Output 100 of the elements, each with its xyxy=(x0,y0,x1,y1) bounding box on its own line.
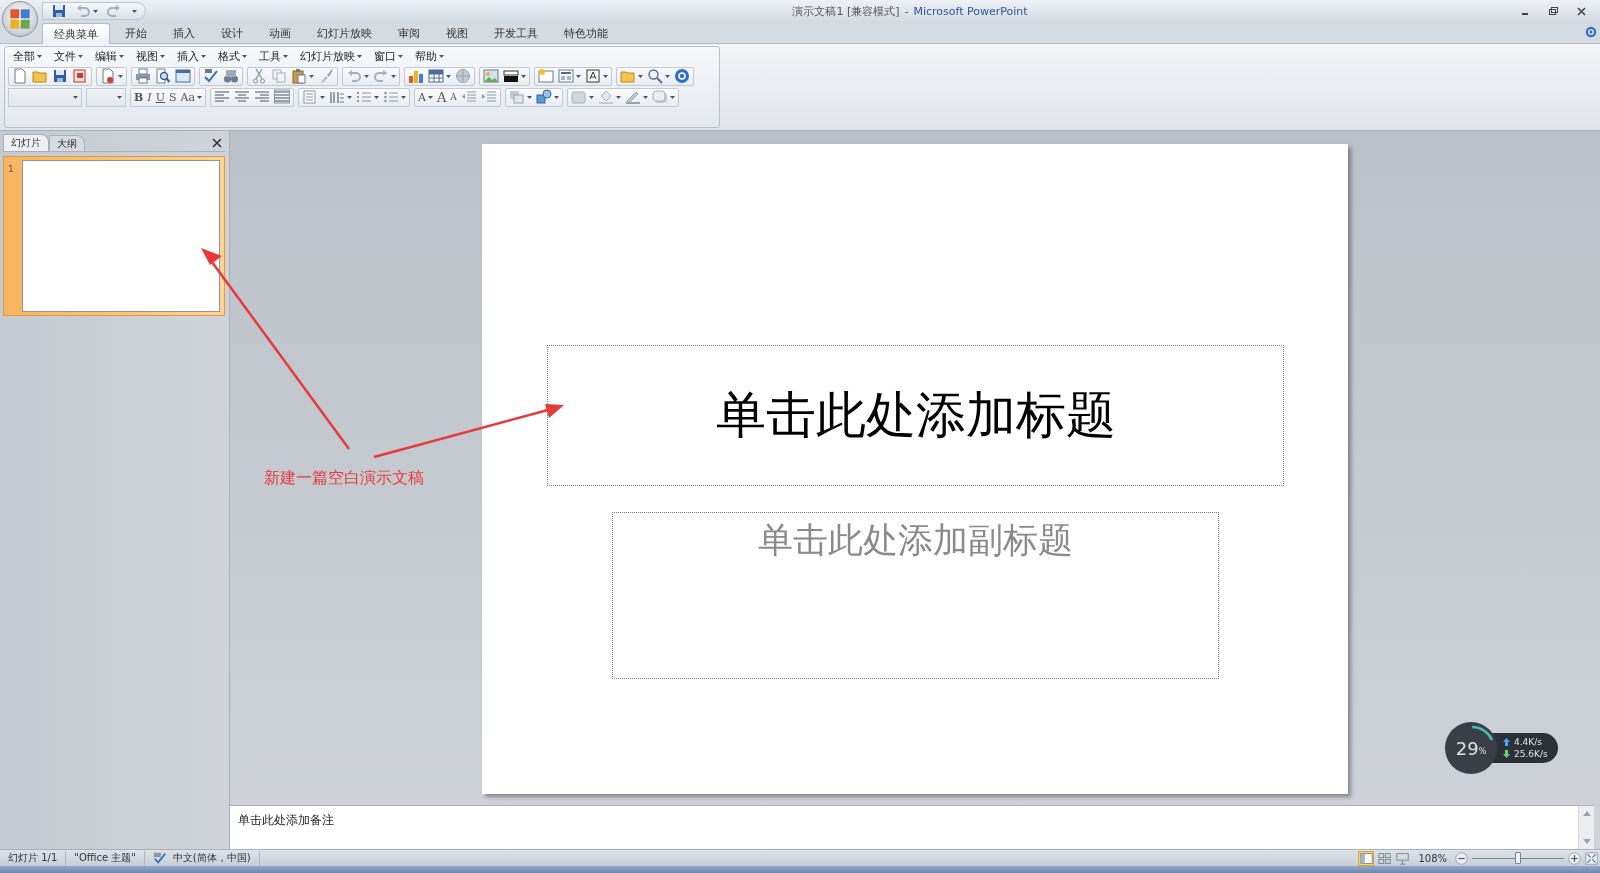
redo-button[interactable] xyxy=(371,67,398,85)
window-button[interactable] xyxy=(173,67,193,85)
help-button[interactable] xyxy=(672,67,692,85)
scroll-down-icon xyxy=(1582,839,1591,844)
columns-icon xyxy=(329,89,345,105)
justify-icon xyxy=(274,89,290,105)
line-spacing-button[interactable] xyxy=(300,88,327,106)
picture-button[interactable] xyxy=(481,67,501,85)
menu-item[interactable]: 编辑 xyxy=(90,48,131,65)
printer-button[interactable] xyxy=(133,67,153,85)
ribbon-tab[interactable]: 开始 xyxy=(114,23,158,43)
notes-prompt-text: 单击此处添加备注 xyxy=(238,813,334,827)
caret-icon xyxy=(665,74,670,78)
shape-fill-icon xyxy=(570,89,587,105)
projector-screen-button[interactable] xyxy=(1394,850,1411,866)
copy-button[interactable] xyxy=(269,67,289,85)
download-speed: 25.6K/s xyxy=(1514,749,1548,759)
layout-button[interactable] xyxy=(556,67,583,85)
zoom-out-button[interactable] xyxy=(1453,850,1470,866)
font-name-field[interactable] xyxy=(8,87,82,107)
menu-item[interactable]: 帮助 xyxy=(410,48,451,65)
format-button[interactable]: I xyxy=(145,88,154,106)
menu-item[interactable]: 格式 xyxy=(213,48,254,65)
theme-name: "Office 主题" xyxy=(66,850,145,866)
menu-item[interactable]: 插入 xyxy=(172,48,213,65)
text-box-button[interactable] xyxy=(583,67,610,85)
magnifier-button[interactable] xyxy=(645,67,672,85)
document-icon xyxy=(72,68,88,84)
scroll-bar[interactable] xyxy=(1578,806,1594,849)
caret-icon xyxy=(615,95,621,99)
menu-item[interactable]: 全部 xyxy=(8,48,49,65)
ribbon-tab[interactable]: 经典菜单 xyxy=(42,23,110,44)
binoculars-button[interactable] xyxy=(221,67,241,85)
font-button[interactable]: A xyxy=(448,88,459,106)
upload-speed: 4.4K/s xyxy=(1514,737,1542,747)
normal-view-button[interactable] xyxy=(1358,850,1375,866)
zoom-slider-thumb[interactable] xyxy=(1515,851,1521,864)
caret-icon xyxy=(446,74,451,78)
caret-icon xyxy=(132,9,137,13)
caret-icon xyxy=(526,95,532,99)
subtitle-placeholder-text: 单击此处添加副标题 xyxy=(758,519,1073,562)
clipboard-icon xyxy=(291,68,307,84)
title-placeholder-text: 单击此处添加标题 xyxy=(715,385,1116,446)
help-button[interactable] xyxy=(1585,26,1597,38)
format-button[interactable]: U xyxy=(153,88,167,106)
shapes-icon xyxy=(535,89,552,105)
ribbon-tab[interactable]: 开发工具 xyxy=(483,23,549,43)
caret-icon xyxy=(588,95,594,99)
download-arrow-icon xyxy=(1503,750,1510,758)
format-button[interactable]: S xyxy=(166,88,179,106)
caret-icon xyxy=(364,74,369,78)
caret-icon xyxy=(669,95,675,99)
table-button[interactable] xyxy=(426,67,453,85)
align-right-icon xyxy=(254,89,270,105)
ribbon-tab[interactable]: 动画 xyxy=(258,23,302,43)
caret-icon xyxy=(357,55,362,58)
clipboard-button[interactable] xyxy=(289,67,316,85)
pane-tab[interactable]: 大纲 xyxy=(49,135,85,151)
ribbon-tab[interactable]: 视图 xyxy=(435,23,479,43)
ribbon-tab[interactable]: 特色功能 xyxy=(553,23,619,43)
fit-to-window-button[interactable] xyxy=(1583,850,1600,866)
format-button[interactable]: B xyxy=(132,88,146,106)
shadow-button[interactable] xyxy=(649,88,677,106)
font-button[interactable]: A xyxy=(416,88,435,106)
caret-icon xyxy=(37,55,42,58)
justify-button[interactable] xyxy=(272,88,292,106)
slide-thumbnail-row[interactable]: 1 xyxy=(3,156,225,316)
menu-item[interactable]: 文件 xyxy=(49,48,90,65)
caret-icon xyxy=(576,74,581,78)
menu-item[interactable]: 视图 xyxy=(131,48,172,65)
new-slide-icon xyxy=(538,68,554,84)
format-button[interactable]: Aa xyxy=(178,88,204,106)
office-button[interactable] xyxy=(2,1,38,37)
menu-item[interactable]: 幻灯片放映 xyxy=(295,48,369,65)
ribbon-tab[interactable]: 幻灯片放映 xyxy=(306,23,383,43)
ribbon-tab[interactable]: 插入 xyxy=(162,23,206,43)
spelling-check-button[interactable] xyxy=(201,67,221,85)
spelling-check-icon xyxy=(152,851,167,865)
magnifier-button[interactable] xyxy=(153,67,173,85)
globe-button[interactable] xyxy=(453,67,473,85)
notes-pane[interactable]: 单击此处添加备注 xyxy=(230,805,1594,849)
numbered-list-icon xyxy=(356,89,372,105)
folder-icon xyxy=(620,68,636,84)
menu-item[interactable]: 窗口 xyxy=(369,48,410,65)
caret-icon xyxy=(309,74,314,78)
slide-sorter-button[interactable] xyxy=(1376,850,1393,866)
ribbon-tab[interactable]: 审阅 xyxy=(387,23,431,43)
menu-item[interactable]: 工具 xyxy=(254,48,295,65)
caret-icon xyxy=(160,55,165,58)
zoom-in-button[interactable] xyxy=(1566,850,1583,866)
font-button[interactable]: A xyxy=(434,88,449,106)
caret-icon xyxy=(242,55,247,58)
color-bar-button[interactable] xyxy=(501,67,528,85)
caret-icon xyxy=(197,95,202,99)
shapes-button[interactable] xyxy=(533,88,561,106)
pane-tab[interactable]: 幻灯片 xyxy=(3,134,49,151)
font-size-field[interactable] xyxy=(86,87,126,107)
ribbon-tab[interactable]: 设计 xyxy=(210,23,254,43)
caret-icon xyxy=(347,95,352,99)
help-icon xyxy=(674,68,690,84)
